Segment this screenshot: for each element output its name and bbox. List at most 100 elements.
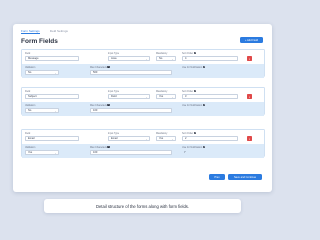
input-type-label: Input Type — [108, 51, 120, 55]
input-type-select[interactable]: Area ⌄ — [108, 56, 150, 61]
input-type-value: Email — [111, 137, 118, 140]
notification-label-text: Use for Notification — [182, 65, 203, 69]
form-fields-card: Form Settings Field Settings Form Fields… — [13, 24, 272, 192]
tab-field-settings[interactable]: Field Settings — [50, 29, 68, 34]
info-icon: i — [202, 65, 206, 69]
max-characters-label-text: Max Characters — [90, 103, 107, 107]
sort-order-label: Sort Order i — [182, 51, 197, 55]
max-characters-label-text: Max Characters — [90, 145, 107, 149]
sort-order-input[interactable]: 4 — [182, 56, 238, 61]
field-row-options: Validation Yes ⌄ Max Characters i 100 Use … — [22, 144, 264, 158]
sort-order-label-text: Sort Order — [182, 51, 194, 55]
field-block-0: Field Message Input Type Area ⌄ Mandatory… — [21, 49, 265, 78]
sort-order-label: Sort Order i — [182, 131, 197, 135]
sort-order-label-text: Sort Order — [182, 89, 194, 93]
add-field-button[interactable]: + Add Field — [240, 37, 263, 43]
validation-value: Yes — [28, 151, 33, 154]
notification-label: Use for Notification i — [182, 103, 206, 107]
mandatory-value: No — [159, 57, 163, 60]
max-characters-input[interactable]: 100 — [90, 150, 172, 155]
notification-status: Y — [184, 151, 186, 154]
chevron-down-icon: ⌄ — [54, 71, 57, 75]
delete-field-button[interactable]: ▪ — [247, 56, 252, 61]
chevron-down-icon: ⌄ — [145, 137, 148, 141]
info-icon: i — [202, 103, 206, 107]
validation-label: Validation — [25, 65, 36, 69]
field-name-input[interactable]: Subject — [25, 94, 79, 99]
validation-select[interactable]: Yes ⌄ — [25, 150, 59, 155]
max-characters-input[interactable]: 100 — [90, 108, 172, 113]
field-label: Field — [25, 131, 31, 135]
mandatory-select[interactable]: Yes ⌄ — [156, 136, 176, 141]
chevron-down-icon: ⌄ — [145, 57, 148, 61]
notification-label: Use for Notification i — [182, 65, 206, 69]
info-icon: i — [107, 145, 111, 149]
notification-label-text: Use for Notification — [182, 145, 203, 149]
sort-order-input[interactable]: 2 — [182, 136, 238, 141]
input-type-label: Input Type — [108, 131, 120, 135]
mandatory-value: Yes — [159, 137, 164, 140]
field-name-input[interactable]: Email — [25, 136, 79, 141]
info-icon: i — [107, 65, 111, 69]
trash-icon: ▪ — [248, 136, 251, 141]
mandatory-select[interactable]: Yes ⌄ — [156, 94, 176, 99]
field-row-options: Validation No ⌄ Max Characters i 500 Use f… — [22, 64, 264, 78]
mandatory-label: Mandatory — [156, 51, 168, 55]
prev-button[interactable]: Prev — [209, 174, 225, 180]
validation-label: Validation — [25, 103, 36, 107]
validation-value: No — [28, 71, 32, 74]
input-type-select[interactable]: Email ⌄ — [108, 136, 150, 141]
input-type-select[interactable]: Field ⌄ — [108, 94, 150, 99]
field-name-input[interactable]: Message — [25, 56, 79, 61]
notification-label: Use for Notification i — [182, 145, 206, 149]
max-characters-label: Max Characters i — [90, 65, 111, 69]
validation-select[interactable]: No ⌄ — [25, 70, 59, 75]
mandatory-label: Mandatory — [156, 131, 168, 135]
delete-field-button[interactable]: ▪ — [247, 136, 252, 141]
field-row-options: Validation No ⌄ Max Characters i 100 Use f… — [22, 102, 264, 116]
validation-select[interactable]: No ⌄ — [25, 108, 59, 113]
field-row-main: Field Email Input Type Email ⌄ Mandatory … — [22, 130, 264, 144]
max-characters-input[interactable]: 500 — [90, 70, 172, 75]
max-characters-label: Max Characters i — [90, 103, 111, 107]
sort-order-label: Sort Order i — [182, 89, 197, 93]
mandatory-value: Yes — [159, 95, 164, 98]
chevron-down-icon: ⌄ — [54, 151, 57, 155]
validation-value: No — [28, 109, 32, 112]
chevron-down-icon: ⌄ — [171, 137, 174, 141]
mandatory-label: Mandatory — [156, 89, 168, 93]
caption-banner: Detail structure of the forms along with… — [44, 199, 241, 213]
max-characters-label-text: Max Characters — [90, 65, 107, 69]
save-and-continue-button[interactable]: Save and Continue — [228, 174, 262, 180]
validation-label: Validation — [25, 145, 36, 149]
info-icon: i — [193, 51, 197, 55]
chevron-down-icon: ⌄ — [171, 95, 174, 99]
chevron-down-icon: ⌄ — [145, 95, 148, 99]
mandatory-select[interactable]: No ⌄ — [156, 56, 176, 61]
field-block-2: Field Email Input Type Email ⌄ Mandatory … — [21, 129, 265, 158]
input-type-value: Area — [111, 57, 117, 60]
field-label: Field — [25, 51, 31, 55]
info-icon: i — [107, 103, 111, 107]
field-label: Field — [25, 89, 31, 93]
chevron-down-icon: ⌄ — [54, 109, 57, 113]
field-block-1: Field Subject Input Type Field ⌄ Mandator… — [21, 87, 265, 116]
info-icon: i — [193, 131, 197, 135]
sort-order-input[interactable]: 3 — [182, 94, 238, 99]
delete-field-button[interactable]: ▪ — [247, 94, 252, 99]
chevron-down-icon: ⌄ — [171, 57, 174, 61]
caption-text: Detail structure of the forms along with… — [95, 203, 190, 209]
settings-tabs: Form Settings Field Settings — [21, 29, 68, 34]
field-row-main: Field Subject Input Type Field ⌄ Mandator… — [22, 88, 264, 102]
field-row-main: Field Message Input Type Area ⌄ Mandatory… — [22, 50, 264, 64]
trash-icon: ▪ — [248, 94, 251, 99]
trash-icon: ▪ — [248, 56, 251, 61]
info-icon: i — [193, 89, 197, 93]
max-characters-label: Max Characters i — [90, 145, 111, 149]
page-title: Form Fields — [21, 38, 58, 45]
input-type-value: Field — [111, 95, 117, 98]
notification-label-text: Use for Notification — [182, 103, 203, 107]
info-icon: i — [202, 145, 206, 149]
tab-form-settings[interactable]: Form Settings — [21, 29, 40, 34]
input-type-label: Input Type — [108, 89, 120, 93]
